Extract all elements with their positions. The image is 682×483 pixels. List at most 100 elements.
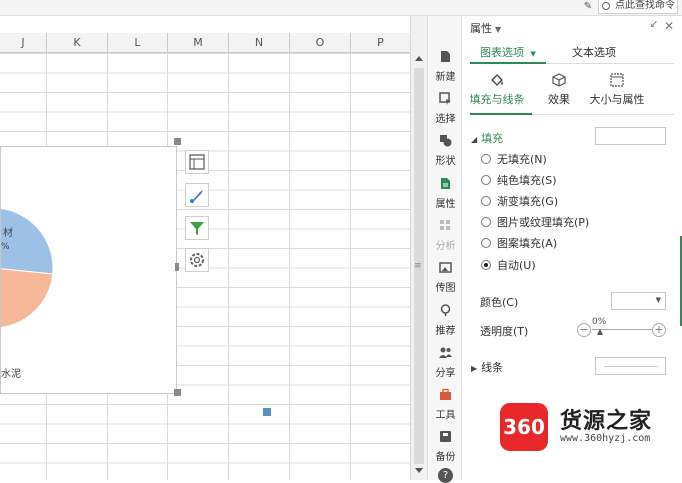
radio-gradient-fill[interactable]: 渐变填充(G) <box>481 195 558 209</box>
watermark-logo: 360 货源之家 www.360hyzj.com <box>500 403 682 453</box>
tool-toolbox[interactable]: 工具 <box>428 382 463 424</box>
tool-new[interactable]: 新建 <box>428 44 463 86</box>
transparency-slider-thumb[interactable] <box>597 329 603 335</box>
subtab-active-indicator <box>470 113 532 115</box>
radio-solid-fill-label: 纯色填充(S) <box>497 174 557 187</box>
recommend-icon <box>440 304 451 316</box>
toolbox-icon <box>440 388 451 400</box>
tool-recommend-label: 推荐 <box>435 326 456 337</box>
brush-icon <box>190 190 203 203</box>
radio-picture-texture-fill[interactable]: 图片或纹理填充(P) <box>481 216 589 230</box>
slice-bottom-label: 水泥 <box>1 367 21 380</box>
slice-top-percent: % <box>1 242 10 252</box>
tool-shape[interactable]: 形状 <box>428 128 463 170</box>
transparency-decrease-button[interactable]: − <box>577 323 591 337</box>
pin-icon[interactable]: ✎ <box>582 1 594 13</box>
tool-properties-label: 属性 <box>435 199 456 210</box>
radio-solid-fill[interactable]: 纯色填充(S) <box>481 174 557 188</box>
command-search[interactable]: 点此查找命令 <box>598 0 678 14</box>
watermark-url: www.360hyzj.com <box>560 433 651 444</box>
float-panel-icon[interactable]: ↙ <box>650 19 658 30</box>
tool-new-label: 新建 <box>435 72 456 83</box>
new-file-icon <box>441 51 450 62</box>
command-search-text: 点此查找命令 <box>615 0 675 11</box>
radio-pattern-fill-label: 图案填充(A) <box>497 237 558 250</box>
column-header-k[interactable]: K <box>47 33 108 53</box>
paint-bucket-icon <box>491 74 503 86</box>
scroll-down-arrow[interactable] <box>415 468 423 473</box>
radio-no-fill-label: 无填充(N) <box>497 153 547 166</box>
line-section-header[interactable]: ▶ 线条 <box>471 359 503 375</box>
fill-section-header[interactable]: ◢ 填充 <box>471 130 503 146</box>
tool-upload-image[interactable]: 传图 <box>428 255 463 297</box>
spreadsheet[interactable]: J K L M N O P 材 % 水泥 <box>0 33 410 480</box>
fill-section-label: 填充 <box>481 132 504 145</box>
column-header-row: J K L M N O P <box>0 33 410 53</box>
tool-properties[interactable]: 属性 <box>428 171 463 213</box>
line-preview-box[interactable] <box>595 357 666 375</box>
subtab-size-and-properties[interactable]: 大小与属性 <box>582 72 652 107</box>
analysis-icon <box>440 220 450 230</box>
column-header-p[interactable]: P <box>351 33 410 53</box>
subtab-fill-and-line-label: 填充与线条 <box>469 93 525 106</box>
expand-triangle-icon: ▶ <box>471 364 478 373</box>
column-header-n[interactable]: N <box>229 33 290 53</box>
task-pane-toolbar: 新建 选择 形状 属性 分析 传图 推荐 分享 工具 备份 ? <box>427 16 463 483</box>
chart-settings-button[interactable] <box>185 248 209 272</box>
subtab-fill-and-line[interactable]: 填充与线条 <box>462 72 532 107</box>
gear-icon <box>190 253 204 267</box>
share-icon <box>439 347 452 358</box>
column-header-o[interactable]: O <box>290 33 351 53</box>
column-header-j[interactable]: J <box>0 33 47 53</box>
tool-share[interactable]: 分享 <box>428 340 463 382</box>
resize-handle-bottom-right[interactable] <box>174 389 181 396</box>
search-icon <box>602 2 610 10</box>
chevron-down-icon: ▼ <box>655 296 661 304</box>
transparency-value: 0% <box>592 317 607 327</box>
tool-backup[interactable]: 备份 <box>428 424 463 466</box>
fill-preview-box[interactable] <box>595 127 666 145</box>
radio-gradient-fill-label: 渐变填充(G) <box>497 195 559 208</box>
close-icon[interactable]: ✕ <box>664 19 674 33</box>
resize-handle-right[interactable] <box>175 263 179 271</box>
tab-chart-options-label: 图表选项 <box>480 46 525 59</box>
pie-chart-svg: 材 % 水泥 <box>1 208 54 380</box>
transparency-increase-button[interactable]: + <box>652 323 666 337</box>
chart-style-button[interactable] <box>185 183 209 207</box>
panel-tabs: 图表选项 ▼ 文本选项 <box>470 42 674 64</box>
selection-marker[interactable] <box>263 408 271 416</box>
radio-no-fill[interactable]: 无填充(N) <box>481 153 547 167</box>
chevron-down-icon: ▼ <box>530 50 536 58</box>
chart-elements-button[interactable] <box>185 150 209 174</box>
vertical-scrollbar[interactable]: ≡ <box>410 16 427 480</box>
shape-icon <box>440 135 452 147</box>
panel-title[interactable]: 属性 ▼ <box>470 20 501 36</box>
watermark-badge: 360 <box>500 403 548 451</box>
chart-elements-icon <box>189 154 205 170</box>
column-header-m[interactable]: M <box>168 33 229 53</box>
radio-pattern-fill[interactable]: 图案填充(A) <box>481 237 557 251</box>
top-bar: ✎ 点此查找命令 <box>0 0 682 16</box>
tab-text-options[interactable]: 文本选项 <box>556 42 632 64</box>
size-properties-icon <box>610 73 624 87</box>
radio-automatic[interactable]: 自动(U) <box>481 259 536 273</box>
subtab-size-and-properties-label: 大小与属性 <box>589 93 645 106</box>
tool-shape-label: 形状 <box>435 156 456 167</box>
tab-chart-options[interactable]: 图表选项 ▼ <box>470 42 546 64</box>
tool-recommend[interactable]: 推荐 <box>428 298 463 340</box>
splitter-grip[interactable]: ≡ <box>414 261 422 271</box>
backup-icon <box>440 431 451 442</box>
tool-select[interactable]: 选择 <box>428 86 463 128</box>
chart-filter-button[interactable] <box>185 216 209 240</box>
column-header-l[interactable]: L <box>108 33 168 53</box>
slice-top-label: 材 <box>3 226 13 239</box>
resize-handle-top-right[interactable] <box>174 138 181 145</box>
pie-chart[interactable]: 材 % 水泥 <box>0 146 177 394</box>
filter-icon <box>190 222 204 235</box>
color-dropdown[interactable]: ▼ <box>611 292 666 310</box>
transparency-label: 透明度(T) <box>480 325 529 338</box>
watermark-name: 货源之家 <box>560 409 653 434</box>
tool-toolbox-label: 工具 <box>435 410 456 421</box>
scroll-up-arrow[interactable] <box>415 56 423 61</box>
help-icon[interactable]: ? <box>438 468 453 483</box>
